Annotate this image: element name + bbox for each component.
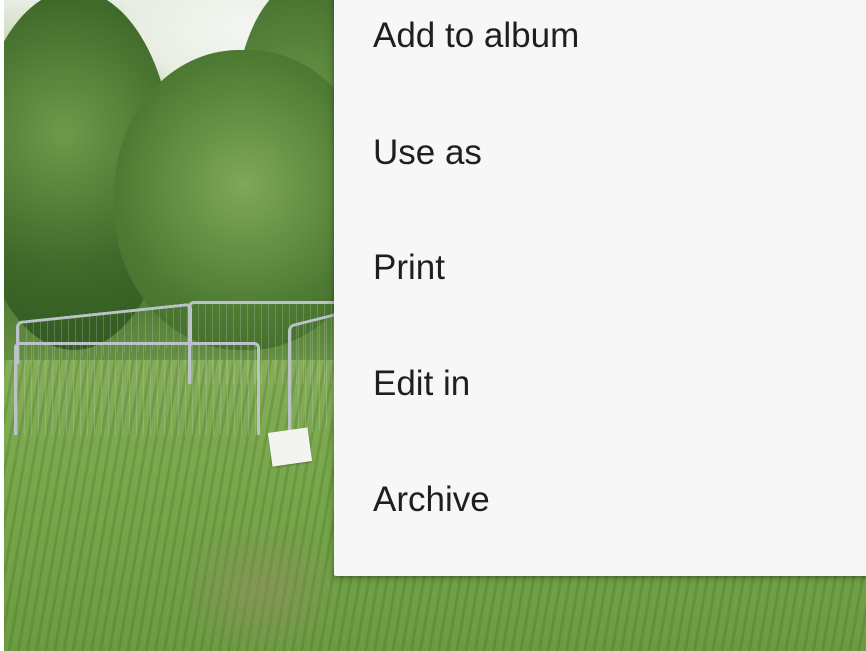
overflow-menu: Add to album Use as Print Edit in Archiv… [334,0,866,576]
menu-item-edit-in[interactable]: Edit in [334,326,866,442]
menu-item-label: Print [373,248,445,287]
fence-panel [14,342,260,435]
menu-item-use-as[interactable]: Use as [334,95,866,211]
menu-item-add-to-album[interactable]: Add to album [334,0,866,94]
menu-item-label: Add to album [373,16,580,55]
menu-item-label: Use as [373,133,482,172]
menu-item-label: Edit in [373,364,471,403]
menu-item-print[interactable]: Print [334,210,866,326]
paper-sign [267,427,313,467]
menu-item-archive[interactable]: Archive [334,442,866,558]
dirt-path [174,520,344,651]
menu-item-label: Archive [373,480,490,519]
